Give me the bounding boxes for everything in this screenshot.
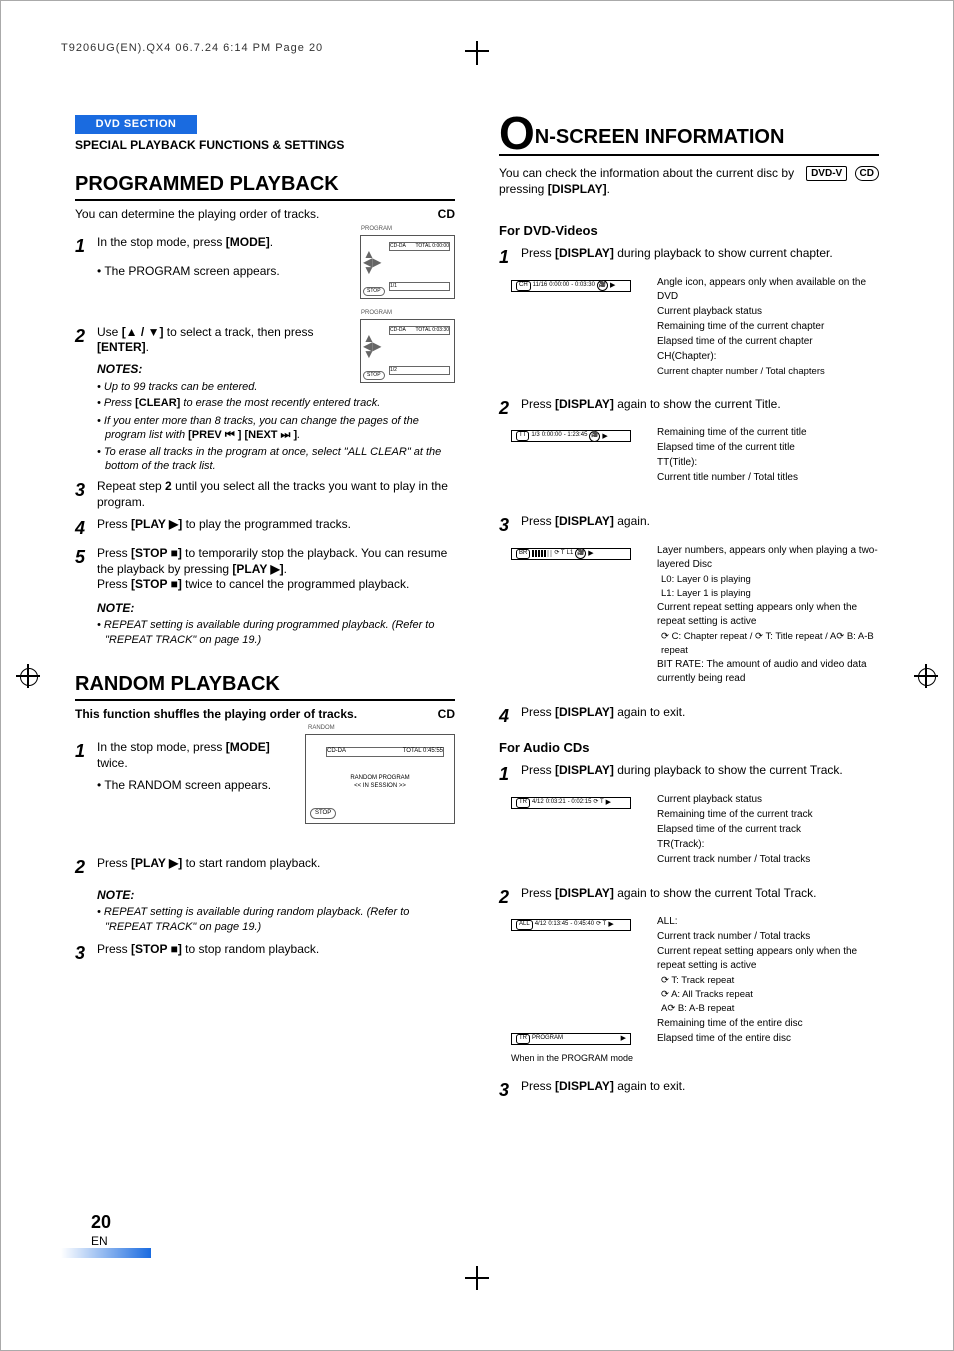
step-text: Press [DISPLAY] again to show the curren… — [521, 397, 879, 420]
step-text: Repeat step 2 until you select all the t… — [97, 479, 455, 510]
step-number: 1 — [499, 246, 521, 269]
cd-badge: CD — [438, 207, 455, 223]
step-text: Press [DISPLAY] during playback to show … — [521, 763, 879, 786]
osd-callout-diagram: ALL 4/12 0:13:45 - 0:45:40 ⟳ T ▶ TR PROG… — [511, 915, 651, 1065]
note-text: • To erase all tracks in the program at … — [75, 445, 455, 474]
key-label: [DISPLAY] — [548, 182, 607, 196]
page-footer: 20 EN — [91, 1211, 111, 1250]
callout-list: Angle icon, appears only when available … — [657, 276, 879, 379]
step-text: In the stop mode, press [MODE]. — [97, 235, 354, 258]
intro-text: This function shuffles the playing order… — [75, 707, 357, 721]
crop-mark — [476, 41, 478, 65]
step-number: 3 — [75, 479, 97, 510]
cd-badge: CD — [855, 166, 879, 181]
callout-list: ALL: Current track number / Total tracks… — [657, 915, 879, 1065]
osd-callout-diagram: TR 4/12 0:03:21 - 0:02:15 ⟳ T ▶ — [511, 793, 651, 863]
heading-programmed: PROGRAMMED PLAYBACK — [75, 171, 455, 201]
osd-callout-diagram: TT 1/3 0:00:00 - 1:23:45 🎥 ▶ — [511, 426, 651, 496]
osd-screenshot: RANDOM CD-DA TOTAL 0:45:55 RANDOM PROGRA… — [305, 734, 455, 824]
crop-mark — [465, 50, 489, 52]
step-number: 2 — [75, 325, 97, 356]
step-text: Press [DISPLAY] during playback to show … — [521, 246, 879, 269]
step-number: 5 — [75, 546, 97, 593]
intro-text: You can determine the playing order of t… — [75, 207, 319, 221]
drop-cap: O — [499, 115, 535, 152]
osd-callout-diagram: BR ⟳ T L1 🎥 ▶ — [511, 544, 651, 674]
notes-heading: NOTE: — [75, 888, 455, 904]
registration-mark — [16, 664, 40, 688]
callout-list: Current playback status Remaining time o… — [657, 793, 879, 868]
language-code: EN — [91, 1234, 108, 1248]
step-number: 3 — [75, 942, 97, 965]
step-number: 4 — [75, 517, 97, 540]
step-number: 2 — [499, 397, 521, 420]
note-text: • Press [CLEAR] to erase the most recent… — [75, 396, 455, 410]
osd-callout-diagram: CH 11/16 0:00:00 - 0:03:30 🎥 ▶ — [511, 276, 651, 366]
heading-onscreen: ON-SCREEN INFORMATION — [499, 115, 879, 156]
step-text: Press [PLAY ▶] to play the programmed tr… — [97, 517, 455, 540]
callout-note: When in the PROGRAM mode — [511, 1053, 633, 1065]
step-number: 4 — [499, 705, 521, 728]
step-text: Press [DISPLAY] again to exit. — [521, 705, 879, 728]
page-number: 20 — [91, 1212, 111, 1232]
subhead: SPECIAL PLAYBACK FUNCTIONS & SETTINGS — [75, 138, 455, 154]
callout-list: Remaining time of the current title Elap… — [657, 426, 879, 496]
intro-text: . — [607, 182, 610, 196]
crop-mark — [465, 1277, 489, 1279]
cd-badge: CD — [438, 707, 455, 723]
note-text: • REPEAT setting is available during ran… — [75, 905, 455, 934]
osd-screenshot: PROGRAM CD-DA TOTAL 0:00:00 ▲◀▶▼ 1/1 STO… — [360, 235, 455, 299]
step-number: 1 — [75, 235, 97, 258]
step-number: 1 — [499, 763, 521, 786]
sub-heading-dvd: For DVD-Videos — [499, 223, 879, 240]
intro-text: You can check the information about the … — [499, 166, 794, 196]
step-number: 3 — [499, 514, 521, 537]
heading-random: RANDOM PLAYBACK — [75, 671, 455, 701]
registration-mark — [914, 664, 938, 688]
step-number: 2 — [499, 886, 521, 909]
callout-list: Layer numbers, appears only when playing… — [657, 544, 879, 687]
step-text: Press [DISPLAY] again. — [521, 514, 879, 537]
step-text: Press [PLAY ▶] to start random playback. — [97, 856, 455, 879]
step-text: Press [DISPLAY] again to show the curren… — [521, 886, 879, 909]
notes-heading: NOTE: — [75, 601, 455, 617]
intro-text: You can determine the playing order of t… — [75, 207, 455, 223]
osd-screenshot: PROGRAM CD-DA TOTAL 0:03:30 ▲◀▶▼ 1/2 STO… — [360, 319, 455, 383]
step-number: 1 — [75, 740, 97, 771]
sub-heading-cd: For Audio CDs — [499, 740, 879, 757]
step-text: Use [▲ / ▼] to select a track, then pres… — [97, 325, 354, 356]
note-text: • REPEAT setting is available during pro… — [75, 618, 455, 647]
step-number: 3 — [499, 1079, 521, 1102]
step-text: Press [STOP ■] to temporarily stop the p… — [97, 546, 455, 593]
step-text: Press [STOP ■] to stop random playback. — [97, 942, 455, 965]
step-text: Press [DISPLAY] again to exit. — [521, 1079, 879, 1102]
section-chip: DVD SECTION — [75, 115, 197, 133]
dvd-badge: DVD-V — [806, 166, 847, 181]
step-number: 2 — [75, 856, 97, 879]
note-text: • If you enter more than 8 tracks, you c… — [75, 414, 455, 443]
step-text: In the stop mode, press [MODE] twice. — [97, 740, 299, 771]
